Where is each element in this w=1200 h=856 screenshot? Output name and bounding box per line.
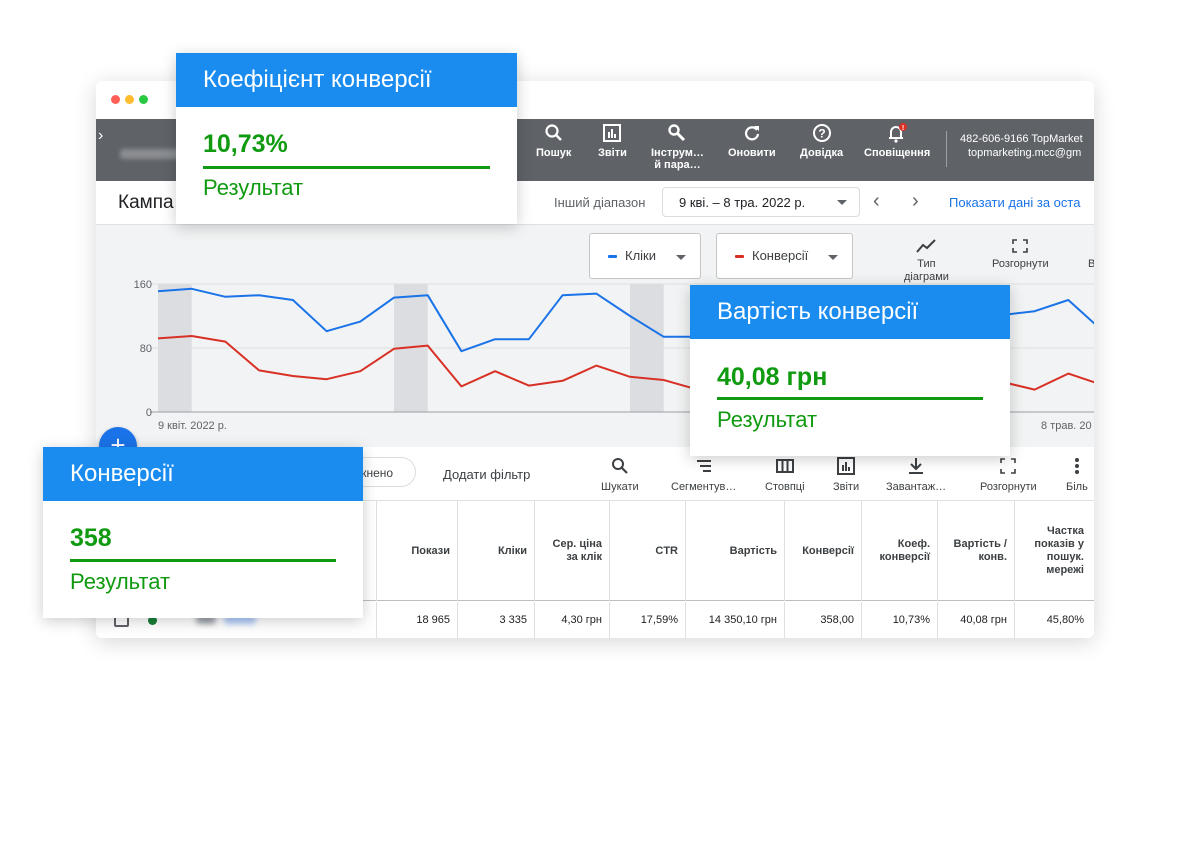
cell-impressions: 18 965 bbox=[376, 602, 458, 638]
cell-impression-share: 45,80% bbox=[1014, 602, 1092, 638]
range-label: Інший діапазон bbox=[554, 195, 646, 210]
show-data-link[interactable]: Показати дані за оста bbox=[949, 195, 1080, 210]
cell-ctr: 17,59% bbox=[609, 602, 686, 638]
add-filter-button[interactable]: Додати фільтр bbox=[443, 467, 530, 482]
y-tick-label: 0 bbox=[146, 407, 152, 419]
card-underline bbox=[203, 166, 490, 169]
more-button[interactable]: Біль bbox=[1066, 457, 1088, 493]
search-icon bbox=[545, 124, 562, 141]
conversions-card: Конверсії 358 Результат bbox=[43, 447, 363, 618]
topbar-divider bbox=[946, 131, 947, 167]
chevron-down-icon bbox=[828, 255, 838, 260]
card-underline bbox=[717, 397, 983, 400]
reports-icon bbox=[837, 457, 856, 475]
minimize-window-icon[interactable] bbox=[125, 95, 134, 104]
column-header-impression-share[interactable]: Частка показів у пошук. мережі bbox=[1014, 501, 1092, 601]
tool-settings[interactable]: Інструм… й пара… bbox=[651, 123, 704, 171]
download-icon bbox=[909, 458, 924, 474]
column-header-cost-per-conv[interactable]: Вартість / конв. bbox=[937, 501, 1015, 601]
table-expand-button[interactable]: Розгорнути bbox=[980, 457, 1037, 493]
column-header-cost[interactable]: Вартість bbox=[685, 501, 785, 601]
tool-refresh[interactable]: Оновити bbox=[728, 123, 776, 159]
column-header-conversions[interactable]: Конверсії bbox=[784, 501, 862, 601]
card-value: 40,08 грн bbox=[717, 363, 828, 391]
bell-icon: ! bbox=[889, 123, 908, 143]
close-window-icon[interactable] bbox=[111, 95, 120, 104]
x-tick-label-start: 9 квіт. 2022 р. bbox=[158, 420, 227, 432]
chart-expand-button[interactable]: Розгорнути bbox=[992, 239, 1049, 271]
help-icon: ? bbox=[812, 124, 831, 142]
svg-text:?: ? bbox=[818, 127, 825, 141]
cell-cost-per-conv: 40,08 грн bbox=[937, 602, 1015, 638]
expand-icon bbox=[1000, 458, 1017, 474]
tool-reports[interactable]: Звіти bbox=[598, 123, 627, 159]
tool-notifications[interactable]: ! Сповіщення bbox=[864, 123, 930, 159]
column-header-impressions[interactable]: Покази bbox=[376, 501, 458, 601]
conversions-legend-swatch bbox=[735, 255, 744, 259]
cell-clicks: 3 335 bbox=[457, 602, 535, 638]
card-caption: Результат bbox=[203, 175, 304, 200]
account-email: topmarketing.mcc@gm bbox=[968, 147, 1082, 159]
account-info[interactable]: 482-606-9166 TopMarket topmarketing.mcc@… bbox=[960, 132, 1083, 160]
card-underline bbox=[70, 559, 336, 562]
chart-type-button[interactable]: Тип діаграми bbox=[904, 239, 949, 284]
clicks-legend-swatch bbox=[608, 255, 617, 259]
card-title: Конверсії bbox=[43, 447, 363, 501]
date-range-value: 9 кві. – 8 тра. 2022 р. bbox=[679, 195, 806, 210]
chevron-right-icon[interactable]: › bbox=[98, 127, 103, 145]
columns-button[interactable]: Стовпці bbox=[765, 457, 805, 493]
y-tick-label: 80 bbox=[140, 343, 152, 355]
x-tick-label-end: 8 трав. 20 bbox=[1041, 420, 1092, 432]
card-caption: Результат bbox=[717, 407, 818, 432]
cost-per-conversion-card: Вартість конверсії 40,08 грн Результат bbox=[690, 285, 1010, 456]
tool-search[interactable]: Пошук bbox=[536, 123, 571, 159]
tool-help[interactable]: ? Довідка bbox=[800, 123, 843, 159]
conversion-rate-card: Коефіцієнт конверсії 10,73% Результат bbox=[176, 53, 517, 224]
card-title: Коефіцієнт конверсії bbox=[176, 53, 517, 107]
column-header-ctr[interactable]: CTR bbox=[609, 501, 686, 601]
card-value: 358 bbox=[70, 524, 112, 552]
card-title: Вартість конверсії bbox=[690, 285, 1010, 339]
segment-button[interactable]: Сегментув… bbox=[671, 457, 736, 493]
segment-icon bbox=[696, 460, 711, 472]
page-title: Кампа bbox=[118, 192, 174, 213]
y-tick-label: 160 bbox=[134, 279, 152, 291]
metric-selector-clicks[interactable]: Кліки bbox=[589, 233, 701, 279]
search-icon bbox=[611, 458, 628, 474]
chevron-down-icon bbox=[676, 255, 686, 260]
cell-conversions: 358,00 bbox=[784, 602, 862, 638]
chevron-left-icon[interactable]: ‹ bbox=[873, 190, 880, 213]
column-header-conv-rate[interactable]: Коеф. конверсії bbox=[861, 501, 938, 601]
chevron-down-icon bbox=[837, 200, 847, 205]
wrench-icon bbox=[668, 124, 686, 142]
date-range-picker[interactable]: 9 кві. – 8 тра. 2022 р. bbox=[662, 187, 860, 217]
download-button[interactable]: Завантаж… bbox=[886, 457, 946, 493]
svg-text:!: ! bbox=[902, 125, 904, 132]
table-reports-button[interactable]: Звіти bbox=[833, 457, 859, 493]
cell-conv-rate: 10,73% bbox=[861, 602, 938, 638]
column-header-clicks[interactable]: Кліки bbox=[457, 501, 535, 601]
table-search-button[interactable]: Шукати bbox=[601, 457, 639, 493]
columns-icon bbox=[775, 459, 794, 473]
account-id: 482-606-9166 TopMarket bbox=[960, 133, 1083, 145]
more-icon bbox=[1074, 458, 1079, 474]
reports-icon bbox=[603, 124, 622, 142]
chevron-right-icon[interactable]: › bbox=[912, 190, 919, 213]
expand-icon bbox=[1012, 239, 1029, 253]
maximize-window-icon[interactable] bbox=[139, 95, 148, 104]
cell-avg-cpc: 4,30 грн bbox=[534, 602, 610, 638]
column-header-avg-cpc[interactable]: Сер. ціна за клік bbox=[534, 501, 610, 601]
card-value: 10,73% bbox=[203, 130, 288, 158]
metric-selector-conversions[interactable]: Конверсії bbox=[716, 233, 853, 279]
line-chart-icon bbox=[916, 239, 937, 253]
card-caption: Результат bbox=[70, 569, 171, 594]
chart-more-button[interactable]: В bbox=[1088, 258, 1094, 271]
refresh-icon bbox=[744, 126, 759, 141]
cell-cost: 14 350,10 грн bbox=[685, 602, 785, 638]
